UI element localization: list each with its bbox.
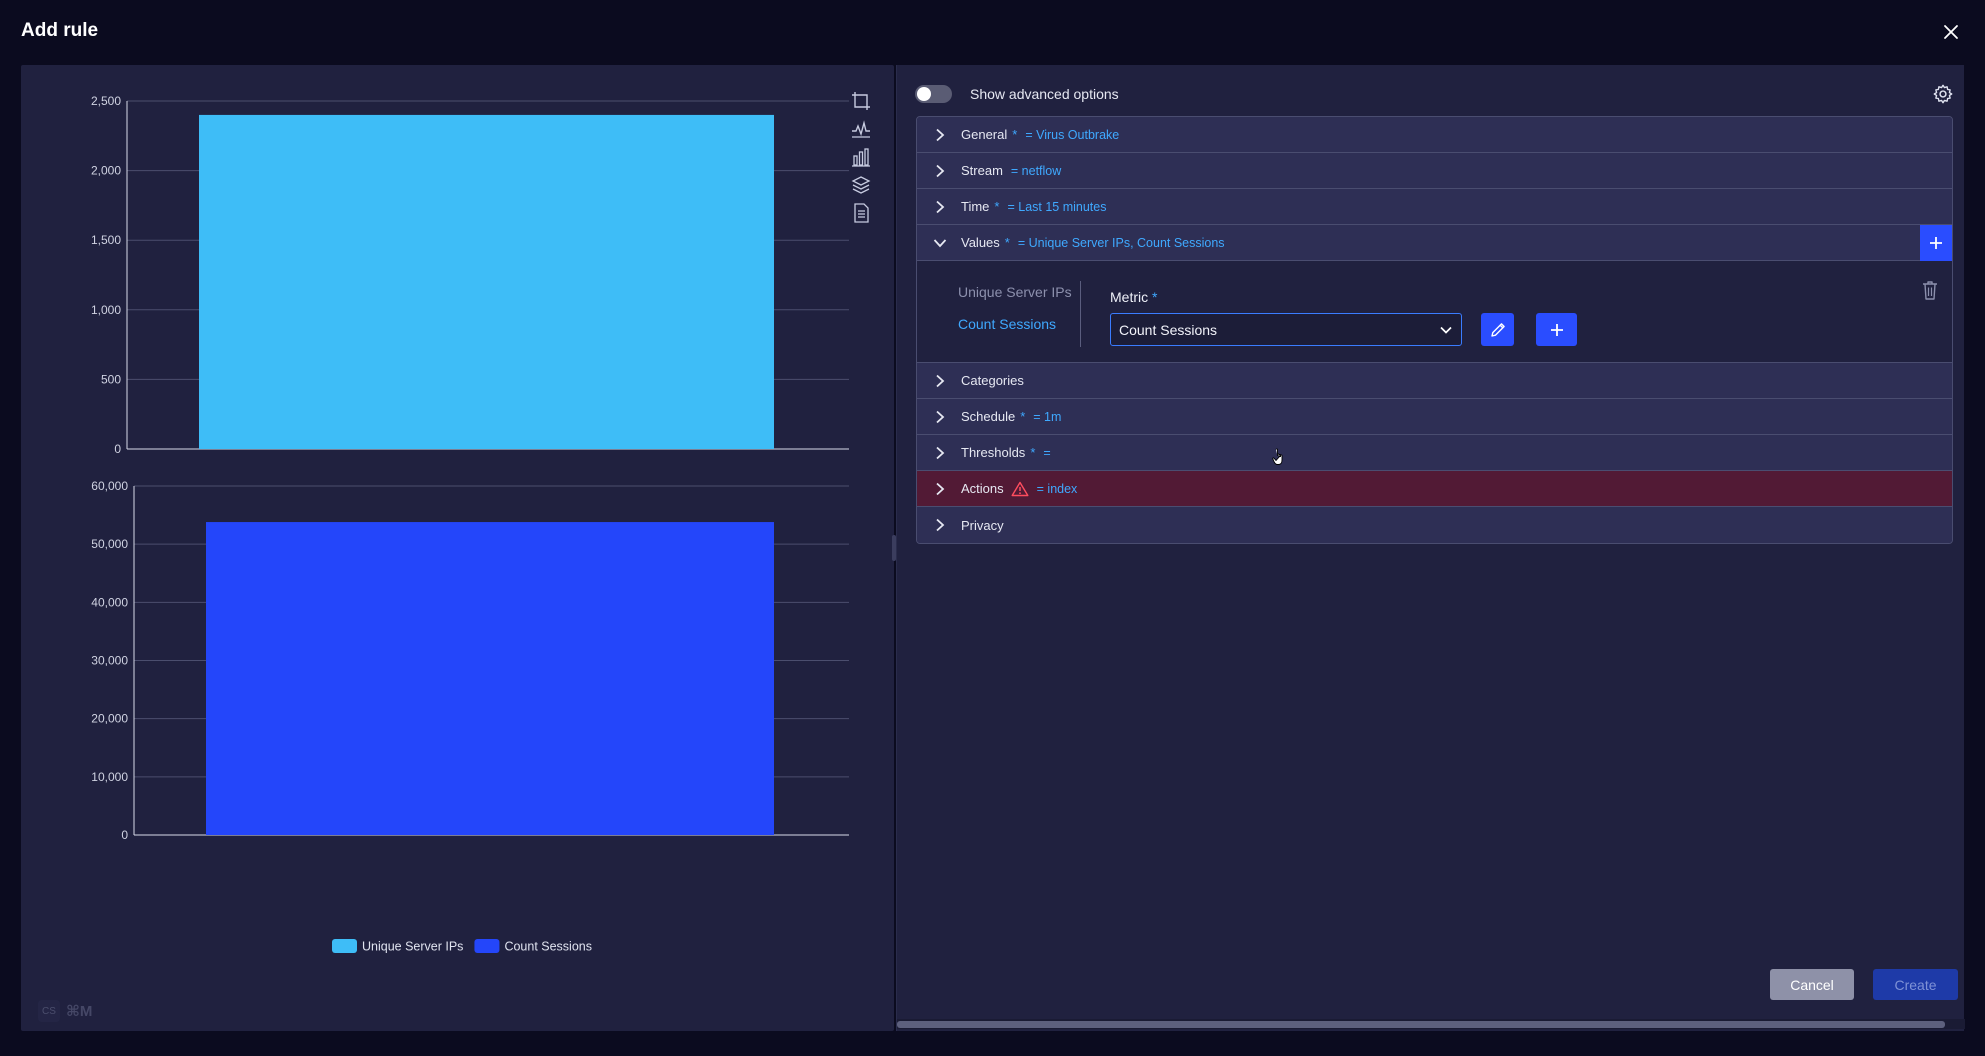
legend-label: Unique Server IPs xyxy=(362,940,463,954)
y-tick-label: 1,500 xyxy=(91,233,121,247)
chevron-down-icon xyxy=(1440,326,1452,334)
y-tick-label: 50,000 xyxy=(91,537,128,551)
section-summary: = index xyxy=(1036,481,1078,496)
scrollbar-thumb[interactable] xyxy=(897,1021,1945,1028)
required-marker: * xyxy=(1030,445,1036,460)
pencil-icon xyxy=(1490,322,1505,337)
warning-icon xyxy=(1011,481,1029,496)
metric-select-value: Count Sessions xyxy=(1119,321,1218,338)
chevron-right-icon xyxy=(936,128,945,141)
section-summary: = Last 15 minutes xyxy=(1007,199,1107,214)
trash-icon[interactable] xyxy=(1920,279,1940,301)
y-tick-label: 0 xyxy=(121,828,128,842)
modal-title: Add rule xyxy=(21,20,99,41)
plus-icon xyxy=(1550,323,1563,336)
section-title: Actions xyxy=(961,481,1004,496)
section-schedule[interactable]: Schedule * = 1m xyxy=(917,399,1952,435)
rule-editor-panel: Show advanced options General * = Virus … xyxy=(896,65,1965,1031)
chart-canvas: 0 500 1,000 1,500 2,000 2,500 0 10,000 20,000 30,… xyxy=(91,94,849,954)
advanced-options-label: Show advanced options xyxy=(970,86,1119,102)
chevron-right-icon xyxy=(936,164,945,177)
keyboard-shortcut-hint: CS ⌘M xyxy=(38,1000,92,1022)
stack-icon[interactable] xyxy=(850,174,872,196)
section-actions[interactable]: Actions = index xyxy=(917,471,1952,507)
chevron-right-icon xyxy=(936,374,945,387)
chevron-right-icon xyxy=(936,200,945,213)
value-item-selected[interactable]: Count Sessions xyxy=(958,313,1080,345)
section-summary: = Unique Server IPs, Count Sessions xyxy=(1017,235,1225,250)
chevron-right-icon xyxy=(936,446,945,459)
legend-label: Count Sessions xyxy=(504,940,592,954)
section-title: Time xyxy=(961,199,990,214)
section-title: General xyxy=(961,127,1008,142)
shortcut-label: ⌘M xyxy=(66,1003,93,1020)
rule-sections-accordion: General * = Virus Outbrake Stream = netf… xyxy=(916,116,1953,544)
section-title: Values xyxy=(961,235,1000,250)
chevron-down-icon xyxy=(933,238,947,247)
y-tick-label: 40,000 xyxy=(91,595,128,609)
section-title: Categories xyxy=(961,373,1024,388)
chart-toolbar xyxy=(850,90,878,230)
section-values[interactable]: Values * = Unique Server IPs, Count Sess… xyxy=(917,225,1952,261)
chevron-right-icon xyxy=(936,518,945,532)
chart-preview-panel: 0 500 1,000 1,500 2,000 2,500 0 10,000 20,000 30,… xyxy=(21,65,894,1031)
section-summary: = 1m xyxy=(1033,409,1062,424)
horizontal-scrollbar[interactable] xyxy=(897,1019,1965,1029)
gear-icon[interactable] xyxy=(1932,83,1954,105)
bar-unique-server-ips xyxy=(199,114,774,450)
section-general[interactable]: General * = Virus Outbrake xyxy=(917,117,1952,153)
chevron-right-icon xyxy=(936,410,945,423)
section-time[interactable]: Time * = Last 15 minutes xyxy=(917,189,1952,225)
section-thresholds[interactable]: Thresholds * = xyxy=(917,435,1952,471)
mouse-pointer-icon xyxy=(1272,448,1283,465)
bar-chart-icon[interactable] xyxy=(850,146,872,168)
required-marker: * xyxy=(1020,409,1026,424)
value-item[interactable]: Unique Server IPs xyxy=(958,281,1080,313)
section-summary: = xyxy=(1043,445,1051,460)
add-metric-button[interactable] xyxy=(1536,313,1577,346)
add-value-button[interactable] xyxy=(1920,225,1952,261)
y-tick-label: 10,000 xyxy=(91,770,128,784)
y-tick-label: 2,500 xyxy=(91,94,121,108)
y-tick-label: 30,000 xyxy=(91,654,128,668)
y-tick-label: 60,000 xyxy=(91,479,128,493)
y-tick-label: 20,000 xyxy=(91,712,128,726)
data-view-icon[interactable] xyxy=(850,202,872,224)
legend-swatch xyxy=(332,939,357,953)
y-tick-label: 0 xyxy=(114,442,121,456)
legend-swatch xyxy=(474,939,500,953)
command-icon: CS xyxy=(38,1000,60,1022)
y-tick-label: 500 xyxy=(101,372,121,386)
section-privacy[interactable]: Privacy xyxy=(917,507,1952,543)
metric-label: Metric * xyxy=(1110,289,1158,305)
crop-icon[interactable] xyxy=(850,90,872,112)
metric-select[interactable]: Count Sessions xyxy=(1110,313,1462,346)
plus-icon xyxy=(1930,237,1942,249)
values-section-body: Unique Server IPs Count Sessions Metric … xyxy=(917,261,1952,363)
section-title: Schedule xyxy=(961,409,1016,424)
chevron-right-icon xyxy=(936,482,945,495)
section-summary: = netflow xyxy=(1010,163,1062,178)
section-summary: = Virus Outbrake xyxy=(1025,127,1120,142)
y-tick-label: 2,000 xyxy=(91,164,121,178)
advanced-options-row: Show advanced options xyxy=(915,83,1119,105)
cancel-button[interactable]: Cancel xyxy=(1770,969,1854,1000)
values-list: Unique Server IPs Count Sessions xyxy=(958,281,1081,347)
required-marker: * xyxy=(1004,235,1010,250)
y-tick-label: 1,000 xyxy=(91,303,121,317)
section-stream[interactable]: Stream = netflow xyxy=(917,153,1952,189)
edit-metric-button[interactable] xyxy=(1481,313,1514,346)
bar-count-sessions xyxy=(206,522,774,835)
section-title: Privacy xyxy=(961,517,1004,533)
close-icon[interactable] xyxy=(1939,20,1963,44)
section-title: Thresholds xyxy=(961,445,1026,460)
required-marker: * xyxy=(994,199,1000,214)
line-chart-icon[interactable] xyxy=(850,118,872,140)
create-button[interactable]: Create xyxy=(1873,969,1958,1000)
advanced-options-toggle[interactable] xyxy=(915,85,952,103)
section-categories[interactable]: Categories xyxy=(917,363,1952,399)
required-marker: * xyxy=(1012,127,1018,142)
section-title: Stream xyxy=(961,163,1003,178)
modal-header: Add rule xyxy=(0,0,1985,65)
